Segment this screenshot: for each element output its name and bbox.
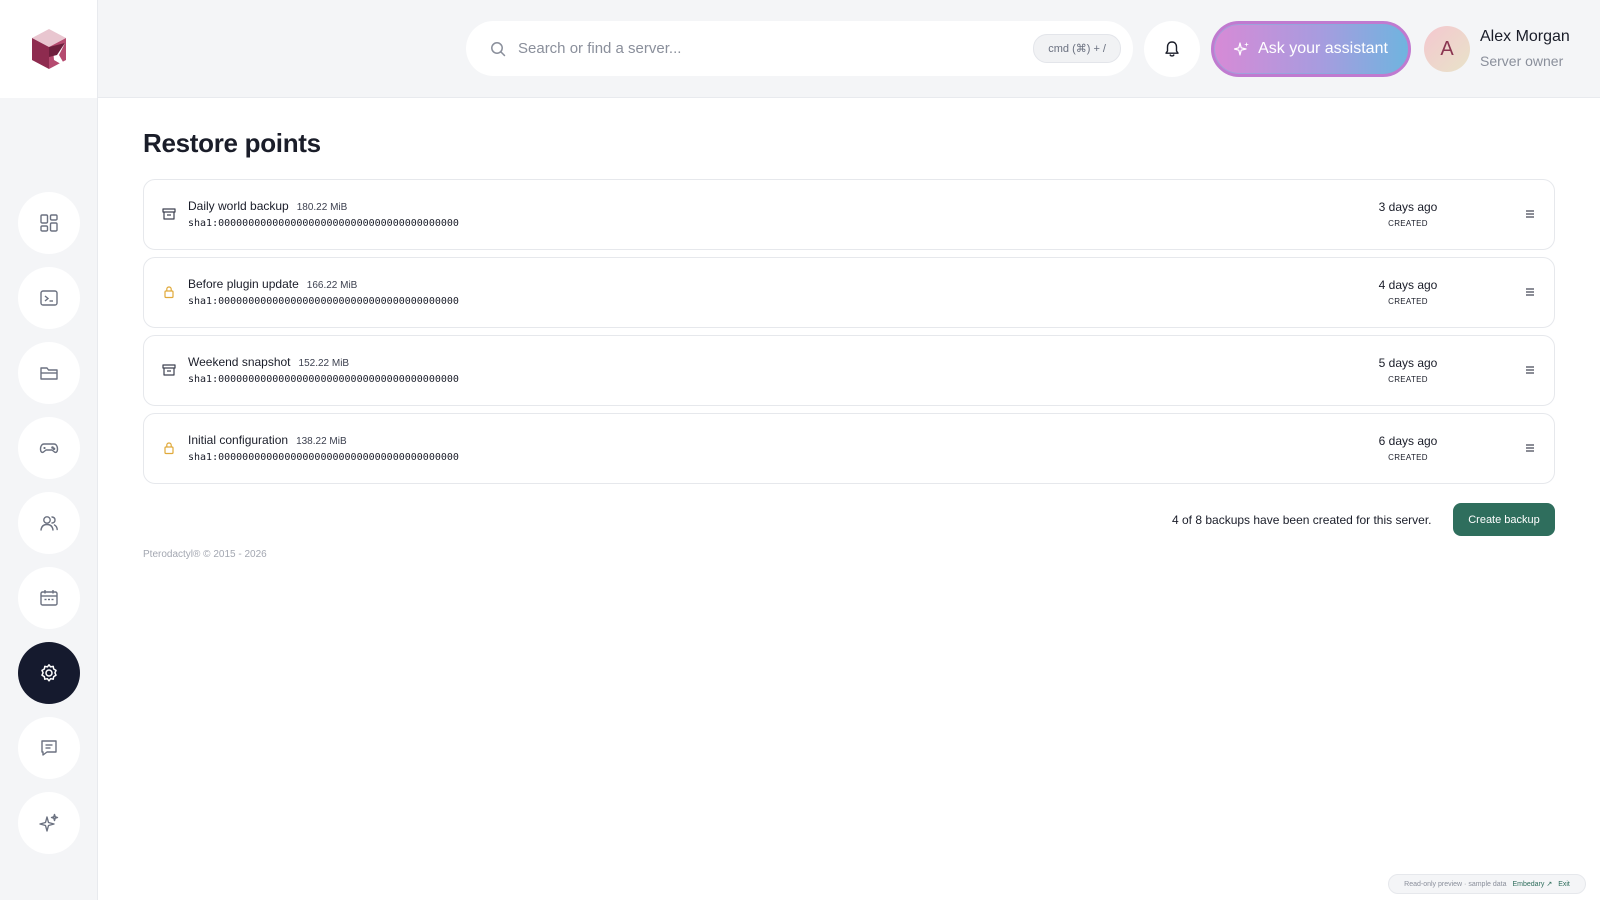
notifications-button[interactable]	[1144, 21, 1200, 77]
backup-name: Weekend snapshot	[188, 355, 291, 369]
lock-icon	[164, 442, 174, 455]
bell-icon	[1165, 41, 1179, 57]
backup-checksum: sha1:00000000000000000000000000000000000…	[188, 218, 459, 229]
backup-row[interactable]: Before plugin update 166.22 MiB sha1:0000…	[143, 257, 1555, 328]
backup-size: 180.22 MiB	[296, 202, 348, 213]
lock-icon	[164, 286, 174, 299]
footer-copyright: Pterodactyl® © 2015 - 2026	[143, 549, 267, 560]
backup-count-summary: 4 of 8 backups have been created for thi…	[1172, 513, 1432, 527]
backup-status: CREATED	[1388, 453, 1428, 462]
backup-checksum: sha1:00000000000000000000000000000000000…	[188, 296, 459, 307]
backup-row[interactable]: Daily world backup 180.22 MiB sha1:000000…	[143, 179, 1555, 250]
sidebar-item-users[interactable]	[18, 492, 80, 554]
terminal-icon	[40, 290, 58, 306]
top-bar: Search or find a server... cmd (⌘) + / A…	[0, 0, 1600, 98]
sidebar	[0, 98, 98, 900]
sidebar-item-chat[interactable]	[18, 717, 80, 779]
backup-created-time: 3 days ago	[1378, 200, 1438, 214]
backup-size: 166.22 MiB	[306, 280, 358, 291]
sparkle-icon	[39, 813, 59, 832]
backup-size: 138.22 MiB	[296, 436, 347, 447]
user-name: Alex Morgan	[1480, 28, 1570, 45]
embedary-link[interactable]: Embedary ↗	[1512, 880, 1552, 888]
archive-icon	[162, 364, 176, 376]
backup-row[interactable]: Weekend snapshot 152.22 MiB sha1:00000000…	[143, 335, 1555, 406]
chat-icon	[41, 740, 57, 756]
logo[interactable]	[0, 0, 98, 98]
folder-icon	[40, 367, 58, 380]
user-role: Server owner	[1480, 53, 1564, 69]
backup-created-time: 6 days ago	[1378, 434, 1438, 448]
backup-size: 152.22 MiB	[298, 358, 350, 369]
search-input[interactable]: Search or find a server...	[518, 40, 1033, 57]
calendar-icon	[40, 590, 58, 606]
backup-name-line: Initial configuration 138.22 MiB	[188, 433, 347, 447]
sparkle-icon	[1234, 42, 1250, 56]
backup-status: CREATED	[1388, 219, 1428, 228]
menu-icon[interactable]	[1524, 286, 1536, 298]
create-backup-button[interactable]: Create backup	[1453, 503, 1555, 536]
avatar[interactable]: A	[1424, 26, 1470, 72]
gamepad-icon	[39, 443, 59, 454]
menu-icon[interactable]	[1524, 442, 1536, 454]
sidebar-item-console[interactable]	[18, 267, 80, 329]
users-icon	[40, 516, 58, 531]
backup-name: Daily world backup	[188, 199, 289, 213]
backup-checksum: sha1:00000000000000000000000000000000000…	[188, 452, 459, 463]
exit-link[interactable]: Exit	[1558, 881, 1570, 888]
page-title: Restore points	[143, 128, 321, 158]
backup-created-time: 4 days ago	[1378, 278, 1438, 292]
preview-badge-text: Read-only preview · sample data	[1404, 880, 1507, 888]
ask-assistant-button[interactable]: Ask your assistant	[1211, 21, 1411, 77]
preview-badge: Read-only preview · sample data Embedary…	[1388, 874, 1586, 894]
sidebar-item-schedules[interactable]	[18, 567, 80, 629]
archive-icon	[162, 208, 176, 220]
backup-name: Before plugin update	[188, 277, 299, 291]
sidebar-item-dashboard[interactable]	[18, 192, 80, 254]
ask-assistant-label: Ask your assistant	[1258, 40, 1388, 57]
backup-name-line: Daily world backup 180.22 MiB	[188, 199, 347, 213]
dashboard-icon	[40, 214, 58, 232]
search-bar[interactable]: Search or find a server... cmd (⌘) + /	[466, 21, 1133, 76]
backup-created-time: 5 days ago	[1378, 356, 1438, 370]
backup-name: Initial configuration	[188, 433, 289, 447]
settings-icon	[41, 664, 57, 682]
avatar-initial: A	[1440, 37, 1454, 60]
backup-status: CREATED	[1388, 297, 1428, 306]
backup-status: CREATED	[1388, 375, 1428, 384]
menu-icon[interactable]	[1524, 208, 1536, 220]
backup-checksum: sha1:00000000000000000000000000000000000…	[188, 374, 459, 385]
backup-name-line: Before plugin update 166.22 MiB	[188, 277, 357, 291]
sidebar-item-assistant[interactable]	[18, 792, 80, 854]
sidebar-item-settings[interactable]	[18, 642, 80, 704]
menu-icon[interactable]	[1524, 364, 1536, 376]
sidebar-item-files[interactable]	[18, 342, 80, 404]
sidebar-item-game[interactable]	[18, 417, 80, 479]
search-shortcut-hint: cmd (⌘) + /	[1033, 34, 1121, 63]
pterodactyl-logo-icon	[31, 29, 66, 69]
backup-name-line: Weekend snapshot 152.22 MiB	[188, 355, 349, 369]
backup-row[interactable]: Initial configuration 138.22 MiB sha1:000…	[143, 413, 1555, 484]
search-icon	[491, 41, 506, 56]
